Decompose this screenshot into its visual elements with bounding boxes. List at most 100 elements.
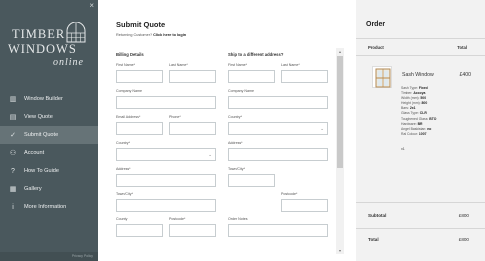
form-scrollbar[interactable]: ▴ ▾ xyxy=(336,48,344,254)
divider xyxy=(356,202,485,203)
spec-value: BR xyxy=(417,121,423,126)
scrollbar-thumb[interactable] xyxy=(337,56,343,168)
sash-window-thumbnail xyxy=(372,66,392,88)
billing-first-name-input[interactable] xyxy=(116,70,163,83)
shipping-last-name-input[interactable] xyxy=(281,70,328,83)
shipping-company-input[interactable] xyxy=(228,96,328,109)
billing-phone-input[interactable] xyxy=(169,122,216,135)
sidebar-item-label: View Quote xyxy=(24,114,53,120)
builder-icon: ▥ xyxy=(9,96,17,103)
sidebar-item-label: Account xyxy=(24,150,45,156)
login-link[interactable]: Click here to login xyxy=(153,33,186,37)
billing-county-input[interactable] xyxy=(116,224,163,237)
shipping-company-label: Company Name xyxy=(228,89,254,93)
billing-heading: Billing Details xyxy=(116,52,144,57)
logo[interactable]: TIMBER WINDOWS online xyxy=(8,22,92,72)
returning-prefix: Returning Customer? xyxy=(116,33,153,37)
shipping-town-input[interactable] xyxy=(228,174,275,187)
billing-last-name-input[interactable] xyxy=(169,70,216,83)
sidebar-item-label: Window Builder xyxy=(24,96,63,102)
billing-phone-label: Phone* xyxy=(169,115,181,119)
page-title: Submit Quote xyxy=(116,20,166,29)
order-notes-label: Order Notes xyxy=(228,217,248,221)
spec-label: Bars: xyxy=(401,106,409,111)
shipping-postcode-input[interactable] xyxy=(281,199,328,212)
shipping-address-input[interactable] xyxy=(228,148,328,161)
window-logo-icon xyxy=(66,22,86,43)
billing-county-label: County xyxy=(116,217,128,221)
spec-value: no xyxy=(427,126,432,131)
spec-label: Width (mm): xyxy=(401,96,420,101)
scroll-down-icon[interactable]: ▾ xyxy=(336,248,344,253)
billing-email-label: Email Address* xyxy=(116,115,141,119)
billing-first-name-label: First Name* xyxy=(116,63,135,67)
order-title: Order xyxy=(366,21,386,28)
spec-line: Ral Colour: 1007 xyxy=(401,132,461,137)
item-name: Sash Window xyxy=(402,72,434,78)
sidebar-footer: Privacy Policy xyxy=(0,252,98,261)
billing-country-label: Country* xyxy=(116,141,130,145)
sidebar-item-label: Gallery xyxy=(24,186,42,192)
gallery-icon: ▦ xyxy=(9,186,17,193)
billing-postcode-input[interactable] xyxy=(169,224,216,237)
total-value: £800 xyxy=(458,237,469,242)
spec-label: Angel Baskistan: xyxy=(401,126,427,131)
shipping-first-name-label: First Name* xyxy=(228,63,247,67)
item-price: £400 xyxy=(459,72,471,78)
spec-label: Sash Type: xyxy=(401,86,418,90)
logo-text-timber: TIMBER xyxy=(12,27,66,41)
quote-form-panel: Submit Quote Returning Customer? Click h… xyxy=(98,0,356,261)
sidebar-item-view-quote[interactable]: ▤ View Quote xyxy=(0,108,98,126)
shipping-country-label: Country* xyxy=(228,115,242,119)
sidebar-item-label: More Information xyxy=(24,204,67,210)
spec-value: 800 xyxy=(421,101,428,106)
quote-icon: ▤ xyxy=(9,114,17,121)
subtotal-value: £800 xyxy=(458,213,469,218)
sidebar-nav: ▥ Window Builder ▤ View Quote ✓ Submit Quote ⚇… xyxy=(0,90,98,216)
billing-country-select[interactable]: ⌄ xyxy=(116,148,216,161)
privacy-policy-link[interactable]: Privacy Policy xyxy=(72,254,93,258)
shipping-last-name-label: Last Name* xyxy=(281,63,300,67)
spec-value: Fixed xyxy=(418,86,428,90)
sidebar-item-window-builder[interactable]: ▥ Window Builder xyxy=(0,90,98,108)
billing-last-name-label: Last Name* xyxy=(169,63,188,67)
chevron-down-icon: ⌄ xyxy=(208,152,212,157)
spec-value: CLR xyxy=(419,111,427,116)
billing-address-input[interactable] xyxy=(116,174,216,187)
shipping-heading[interactable]: Ship to a different address? xyxy=(228,52,283,57)
spec-value: 2x1 xyxy=(409,106,416,111)
sidebar-item-label: How To Guide xyxy=(24,168,60,174)
sidebar-item-account[interactable]: ⚇ Account xyxy=(0,144,98,162)
sidebar-item-more-information[interactable]: i More Information xyxy=(0,198,98,216)
billing-town-input[interactable] xyxy=(116,199,216,212)
billing-postcode-label: Postcode* xyxy=(169,217,186,221)
spec-value: 1007 xyxy=(418,131,427,136)
check-icon: ✓ xyxy=(10,132,16,139)
divider xyxy=(356,228,485,229)
spec-label: Glass Type: xyxy=(401,111,419,116)
sidebar-item-gallery[interactable]: ▦ Gallery xyxy=(0,180,98,198)
divider xyxy=(356,55,485,56)
billing-company-label: Company Name xyxy=(116,89,142,93)
divider xyxy=(356,38,485,39)
spec-value: Accoya xyxy=(413,91,426,96)
total-label: Total xyxy=(368,237,379,242)
close-icon[interactable]: × xyxy=(89,2,94,10)
item-spec-list: Sash Type: Fixed Timber: Accoya Width (mm)… xyxy=(401,86,461,137)
total-column-header: Total xyxy=(457,45,467,50)
logo-text-windows: WINDOWS xyxy=(8,42,77,56)
billing-company-input[interactable] xyxy=(116,96,216,109)
spec-label: Height (mm): xyxy=(401,101,421,106)
returning-customer-text: Returning Customer? Click here to login xyxy=(116,33,186,37)
spec-label: Ral Colour: xyxy=(401,131,418,136)
scroll-up-icon[interactable]: ▴ xyxy=(336,49,344,54)
shipping-country-select[interactable]: ⌄ xyxy=(228,122,328,135)
chevron-down-icon: ⌄ xyxy=(320,126,324,131)
shipping-first-name-input[interactable] xyxy=(228,70,275,83)
sidebar-item-submit-quote[interactable]: ✓ Submit Quote xyxy=(0,126,98,144)
user-icon: ⚇ xyxy=(9,150,17,157)
sidebar-item-how-to-guide[interactable]: ? How To Guide xyxy=(0,162,98,180)
billing-email-input[interactable] xyxy=(116,122,163,135)
sidebar: × TIMBER WINDOWS online ▥ Window Builder ▤… xyxy=(0,0,98,261)
order-notes-textarea[interactable] xyxy=(228,224,328,237)
